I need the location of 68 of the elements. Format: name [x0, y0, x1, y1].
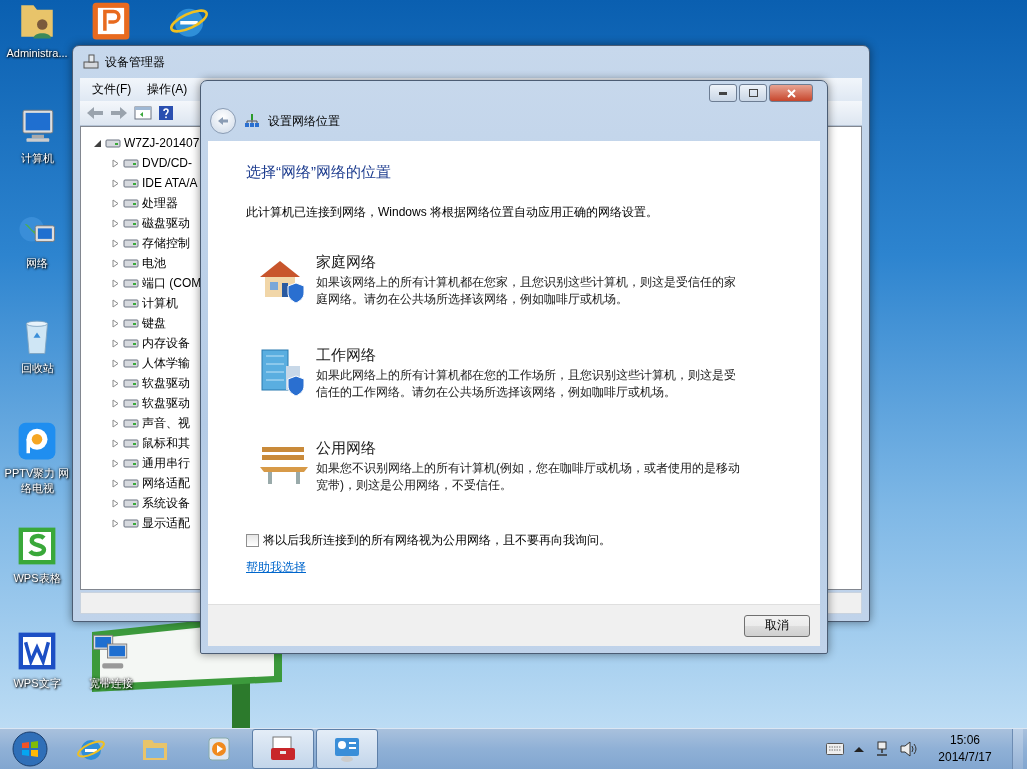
checkbox-label[interactable]: 将以后我所连接到的所有网络视为公用网络，且不要再向我询问。 — [263, 532, 611, 549]
video-player-icon[interactable] — [16, 420, 58, 462]
clock-time: 15:06 — [950, 732, 980, 749]
tree-item[interactable]: 显示适配 — [142, 514, 190, 532]
clock[interactable]: 15:06 2014/7/17 — [928, 732, 1002, 766]
tree-item[interactable]: 磁盘驱动 — [142, 214, 190, 232]
network-location-option[interactable]: 工作网络 — [316, 346, 746, 365]
network-icon — [244, 113, 260, 129]
minimize-button[interactable] — [709, 84, 737, 102]
tree-item[interactable]: 存储控制 — [142, 234, 190, 252]
taskbar-button[interactable] — [252, 729, 314, 769]
help-link[interactable]: 帮助我选择 — [246, 559, 306, 576]
desktop-icon-label[interactable]: 计算机 — [20, 151, 54, 166]
tree-item[interactable]: 系统设备 — [142, 494, 190, 512]
tree-item[interactable]: 软盘驱动 — [142, 394, 190, 412]
checkbox[interactable] — [246, 534, 259, 547]
close-button[interactable] — [769, 84, 813, 102]
window-title: 设备管理器 — [105, 53, 165, 71]
maximize-button[interactable] — [739, 84, 767, 102]
console-tree-icon[interactable] — [134, 105, 152, 121]
back-button[interactable] — [210, 108, 236, 134]
network-location-option[interactable]: 家庭网络 — [316, 253, 746, 272]
tree-item[interactable]: W7ZJ-201407 — [124, 136, 200, 150]
menu-item[interactable]: 操作(A) — [141, 80, 194, 99]
page-heading: 选择“网络”网络的位置 — [246, 163, 392, 182]
minimize-icon[interactable] — [719, 91, 727, 95]
option-description: 如果此网络上的所有计算机都在您的工作场所，且您识别这些计算机，则这是受信任的工作网络。请勿在公共场所选择该网络，例如咖啡厅或机场。 — [316, 367, 737, 401]
computer-device-icon — [83, 54, 99, 70]
tree-item[interactable]: 键盘 — [142, 314, 166, 332]
back-arrow-icon[interactable] — [86, 106, 104, 120]
desktop-icon-label[interactable]: 网络 — [26, 256, 48, 271]
tree-item[interactable]: 网络适配 — [142, 474, 190, 492]
tree-item[interactable]: 鼠标和其 — [142, 434, 190, 452]
option-description: 如果该网络上的所有计算机都在您家，且您识别这些计算机，则这是受信任的家庭网络。请勿在公共场所选择该网络，例如咖啡厅或机场。 — [316, 274, 737, 308]
menu-item[interactable]: 文件(F) — [86, 80, 138, 99]
tree-item[interactable]: DVD/CD- — [142, 156, 192, 170]
forward-arrow-icon[interactable] — [110, 106, 128, 120]
tree-item[interactable]: 端口 (COM — [142, 274, 202, 292]
spreadsheet-s-icon[interactable] — [16, 525, 58, 567]
caret-up-icon[interactable] — [854, 746, 864, 752]
tree-item[interactable]: 人体学输 — [142, 354, 190, 372]
back-arrow-icon[interactable] — [217, 116, 229, 126]
show-desktop-button[interactable] — [1012, 729, 1023, 769]
maximize-icon[interactable] — [748, 89, 758, 97]
writer-w-icon[interactable] — [16, 630, 58, 672]
option-description: 如果您不识别网络上的所有计算机(例如，您在咖啡厅或机场，或者使用的是移动宽带)，则这是公用网络，不受信任。 — [316, 460, 741, 494]
network-status-icon[interactable] — [874, 741, 890, 757]
tree-item[interactable]: 通用串行 — [142, 454, 190, 472]
tree-item[interactable]: 计算机 — [142, 294, 178, 312]
desktop-icon-label[interactable]: Administra... — [6, 46, 68, 61]
tree-item[interactable]: 处理器 — [142, 194, 178, 212]
taskbar-button[interactable] — [316, 729, 378, 769]
volume-icon[interactable] — [900, 741, 918, 757]
clock-date: 2014/7/17 — [938, 749, 992, 766]
window-title: 设置网络位置 — [268, 112, 340, 130]
cancel-button[interactable]: 取消 — [744, 614, 810, 637]
p-letter-app-icon[interactable] — [90, 0, 132, 42]
tree-item[interactable]: 内存设备 — [142, 334, 190, 352]
help-icon[interactable] — [158, 105, 174, 121]
tree-item[interactable]: IDE ATA/A — [142, 176, 198, 190]
tree-item[interactable]: 声音、视 — [142, 414, 190, 432]
network-location-option[interactable]: 公用网络 — [316, 439, 746, 458]
expand-arrow-icon[interactable] — [93, 138, 102, 148]
intro-text: 此计算机已连接到网络，Windows 将根据网络位置自动应用正确的网络设置。 — [246, 204, 659, 221]
keyboard-icon[interactable] — [826, 743, 844, 755]
close-icon[interactable] — [786, 88, 796, 98]
tree-item[interactable]: 软盘驱动 — [142, 374, 190, 392]
tree-item[interactable]: 电池 — [142, 254, 166, 272]
